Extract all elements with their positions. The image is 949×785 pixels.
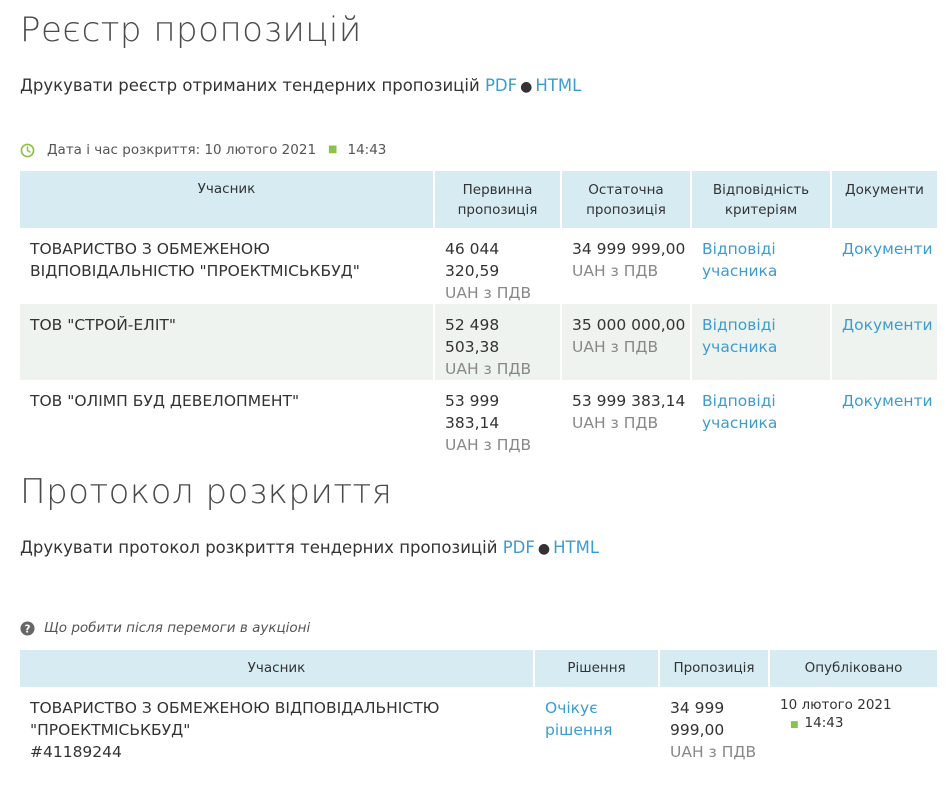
- initial-offer-value: 46 044 320,59: [445, 240, 500, 280]
- criteria-answers-link[interactable]: Відповіді учасника: [702, 314, 792, 358]
- final-offer-unit: UAH з ПДВ: [572, 414, 659, 432]
- table-row: ТОВАРИСТВО З ОБМЕЖЕНОЮ ВІДПОВІДАЛЬНІСТЮ …: [20, 687, 937, 763]
- registry-html-link[interactable]: HTML: [535, 76, 581, 95]
- initial-offer-unit: UAH з ПДВ: [445, 284, 532, 302]
- final-offer-value: 53 999 383,14: [572, 392, 686, 410]
- final-offer-unit: UAH з ПДВ: [572, 262, 659, 280]
- help-text[interactable]: Що робити після перемоги в аукціоні: [44, 619, 310, 637]
- offer-unit: UAH з ПДВ: [670, 743, 757, 761]
- header-published: Опубліковано: [770, 650, 937, 687]
- table-row: ТОВАРИСТВО З ОБМЕЖЕНОЮ ВІДПОВІДАЛЬНІСТЮ …: [20, 228, 937, 304]
- participant-name: ТОВ "ОЛІМП БУД ДЕВЕЛОПМЕНТ": [20, 380, 435, 456]
- opening-time: 14:43: [347, 142, 387, 158]
- header-documents: Документи: [832, 171, 937, 228]
- final-offer-value: 35 000 000,00: [572, 316, 686, 334]
- clock-icon: [20, 143, 35, 158]
- header-participant: Учасник: [20, 171, 435, 228]
- final-offer-value: 34 999 999,00: [572, 240, 686, 258]
- help-link-row[interactable]: ? Що робити після перемоги в аукціоні: [20, 619, 310, 637]
- protocol-print-line: Друкувати протокол розкриття тендерних п…: [20, 537, 599, 560]
- published-time-row: ■ 14:43: [780, 714, 937, 734]
- initial-offer-unit: UAH з ПДВ: [445, 436, 532, 454]
- opening-date-label: Дата і час розкриття: 10 лютого 2021: [47, 142, 317, 158]
- participant-name: ТОВАРИСТВО З ОБМЕЖЕНОЮ ВІДПОВІДАЛЬНІСТЮ …: [20, 228, 435, 304]
- header-initial-offer: Первинна пропозиція: [435, 171, 562, 228]
- opening-datetime: Дата і час розкриття: 10 лютого 2021 ■ 1…: [20, 141, 386, 159]
- header-decision: Рішення: [535, 650, 660, 687]
- header-offer: Пропозиція: [660, 650, 770, 687]
- registry-header-row: Учасник Первинна пропозиція Остаточна пр…: [20, 171, 937, 228]
- protocol-table: Учасник Рішення Пропозиція Опубліковано …: [20, 650, 937, 763]
- registry-pdf-link[interactable]: PDF: [485, 76, 517, 95]
- question-circle-icon: ?: [20, 620, 35, 636]
- svg-text:?: ?: [25, 623, 31, 635]
- protocol-html-link[interactable]: HTML: [553, 538, 599, 557]
- published-time: 14:43: [804, 715, 844, 731]
- participant-name: ТОВАРИСТВО З ОБМЕЖЕНОЮ ВІДПОВІДАЛЬНІСТЮ …: [30, 699, 440, 739]
- initial-offer-unit: UAH з ПДВ: [445, 360, 532, 378]
- header-participant: Учасник: [20, 650, 535, 687]
- published-date: 10 лютого 2021: [780, 697, 892, 713]
- published-cell: 10 лютого 2021 ■ 14:43: [770, 687, 937, 763]
- registry-print-line: Друкувати реєстр отриманих тендерних про…: [20, 75, 581, 98]
- decision-status-link[interactable]: Очікує рішення: [545, 697, 625, 741]
- offer-cell: 34 999 999,00 UAH з ПДВ: [660, 687, 770, 763]
- final-offer-cell: 53 999 383,14 UAH з ПДВ: [562, 380, 692, 456]
- separator-dot: ●: [520, 79, 533, 95]
- final-offer-cell: 35 000 000,00 UAH з ПДВ: [562, 304, 692, 380]
- registry-table: Учасник Первинна пропозиція Остаточна пр…: [20, 171, 937, 456]
- initial-offer-cell: 52 498 503,38 UAH з ПДВ: [435, 304, 562, 380]
- participant-name: ТОВ "СТРОЙ-ЕЛІТ": [20, 304, 435, 380]
- documents-link[interactable]: Документи: [842, 316, 933, 334]
- table-row: ТОВ "ОЛІМП БУД ДЕВЕЛОПМЕНТ" 53 999 383,1…: [20, 380, 937, 456]
- table-row: ТОВ "СТРОЙ-ЕЛІТ" 52 498 503,38 UAH з ПДВ…: [20, 304, 937, 380]
- protocol-title: Протокол розкриття: [20, 472, 393, 512]
- initial-offer-value: 52 498 503,38: [445, 316, 500, 356]
- time-separator-icon: ■: [328, 144, 338, 155]
- time-separator-icon: ■: [790, 720, 799, 730]
- registry-print-text: Друкувати реєстр отриманих тендерних про…: [20, 76, 480, 95]
- participant-cell: ТОВАРИСТВО З ОБМЕЖЕНОЮ ВІДПОВІДАЛЬНІСТЮ …: [20, 687, 535, 763]
- documents-link[interactable]: Документи: [842, 240, 933, 258]
- protocol-header-row: Учасник Рішення Пропозиція Опубліковано: [20, 650, 937, 687]
- initial-offer-cell: 46 044 320,59 UAH з ПДВ: [435, 228, 562, 304]
- separator-dot: ●: [537, 541, 551, 557]
- header-criteria: Відповідність критеріям: [692, 171, 832, 228]
- protocol-pdf-link[interactable]: PDF: [503, 538, 535, 557]
- participant-code: #41189244: [30, 743, 122, 761]
- initial-offer-cell: 53 999 383,14 UAH з ПДВ: [435, 380, 562, 456]
- criteria-answers-link[interactable]: Відповіді учасника: [702, 390, 792, 434]
- initial-offer-value: 53 999 383,14: [445, 392, 500, 432]
- documents-link[interactable]: Документи: [842, 392, 933, 410]
- registry-title: Реєстр пропозицій: [20, 10, 362, 50]
- criteria-answers-link[interactable]: Відповіді учасника: [702, 238, 792, 282]
- final-offer-unit: UAH з ПДВ: [572, 338, 659, 356]
- offer-value: 34 999 999,00: [670, 699, 725, 739]
- final-offer-cell: 34 999 999,00 UAH з ПДВ: [562, 228, 692, 304]
- header-final-offer: Остаточна пропозиція: [562, 171, 692, 228]
- protocol-print-text: Друкувати протокол розкриття тендерних п…: [20, 538, 498, 557]
